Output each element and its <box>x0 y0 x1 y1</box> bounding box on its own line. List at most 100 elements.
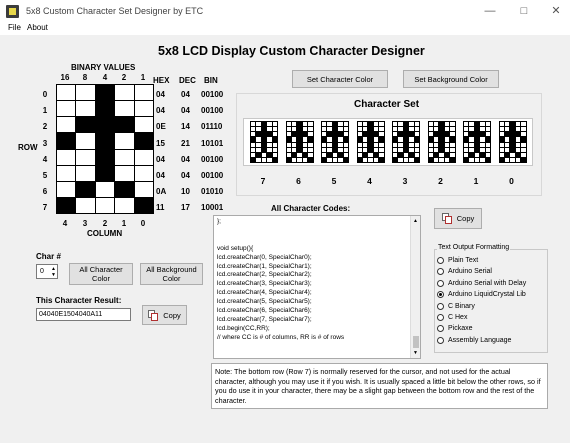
character-preview[interactable] <box>356 121 385 163</box>
pixel-cell[interactable] <box>115 165 134 181</box>
pixel-cell[interactable] <box>95 149 115 165</box>
character-result-field[interactable]: 04040E1504040A11 <box>36 308 131 321</box>
set-background-color-button[interactable]: Set Background Color <box>403 70 499 88</box>
code-line: lcd.createChar(7, SpecialChar7); <box>217 315 312 323</box>
pixel-cell[interactable] <box>134 133 153 149</box>
format-option[interactable]: C Hex <box>437 314 467 321</box>
pixel-cell[interactable] <box>95 101 115 117</box>
pixel-cell[interactable] <box>134 149 153 165</box>
menu-about[interactable]: About <box>27 23 48 32</box>
format-option[interactable]: Arduino LiquidCrystal Lib <box>437 291 526 299</box>
pixel-cell[interactable] <box>57 117 76 133</box>
pixel-cell[interactable] <box>57 85 76 101</box>
pixel-cell[interactable] <box>115 101 134 117</box>
character-preview[interactable] <box>250 121 278 163</box>
note-textbox[interactable]: Note: The bottom row (Row 7) is normally… <box>211 363 548 409</box>
format-option[interactable]: Assembly Language <box>437 336 511 344</box>
radio-button-icon[interactable] <box>437 336 444 344</box>
pixel-cell[interactable] <box>57 181 76 197</box>
pixel-cell[interactable] <box>57 197 76 213</box>
pixel-cell[interactable] <box>76 101 95 117</box>
pixel-cell[interactable] <box>57 149 76 165</box>
pixel-cell[interactable] <box>76 165 95 181</box>
radio-button-icon[interactable] <box>437 279 444 287</box>
pixel-cell[interactable] <box>76 181 95 197</box>
pixel-cell[interactable] <box>134 101 153 117</box>
character-preview[interactable] <box>427 121 456 163</box>
copy-result-button[interactable]: Copy <box>142 305 187 325</box>
row-number: 3 <box>42 139 48 148</box>
format-option[interactable]: Plain Text <box>437 257 478 264</box>
pixel-cell[interactable] <box>115 85 134 101</box>
pixel-cell[interactable] <box>134 165 153 181</box>
pixel-cell[interactable] <box>95 165 115 181</box>
menu-file[interactable]: File <box>8 23 21 32</box>
bin-value: 00100 <box>201 90 224 99</box>
code-line: lcd.createChar(3, SpecialChar3); <box>217 280 312 288</box>
character-preview[interactable] <box>321 121 349 163</box>
pixel-cell[interactable] <box>115 181 134 197</box>
copy-codes-button[interactable]: Copy <box>434 208 482 229</box>
close-button[interactable]: ✕ <box>549 4 563 18</box>
codes-scrollbar[interactable]: ▲ ▼ <box>410 216 420 358</box>
character-set-index: 3 <box>402 176 408 186</box>
all-character-color-button[interactable]: All Character Color <box>69 263 133 285</box>
character-preview[interactable] <box>285 121 314 163</box>
pixel-cell[interactable] <box>115 117 134 133</box>
row-number: 5 <box>42 171 48 180</box>
dec-value: 10 <box>181 187 190 196</box>
radio-button-icon[interactable] <box>437 325 444 333</box>
pixel-cell[interactable] <box>76 85 95 101</box>
radio-button-icon[interactable] <box>437 268 444 276</box>
pixel-cell[interactable] <box>57 101 76 117</box>
format-option-label: Pickaxe <box>448 325 473 333</box>
scroll-up-icon[interactable]: ▲ <box>413 218 418 224</box>
character-preview[interactable] <box>498 121 527 163</box>
dec-value: 17 <box>181 203 190 212</box>
pixel-cell[interactable] <box>115 133 134 149</box>
pixel-cell[interactable] <box>76 117 95 133</box>
radio-button-icon[interactable] <box>437 302 444 310</box>
format-option[interactable]: Arduino Serial <box>437 268 492 276</box>
minimize-button[interactable]: — <box>483 4 497 18</box>
code-line: }; <box>217 218 221 225</box>
format-option[interactable]: C Binary <box>437 302 475 310</box>
set-character-color-button[interactable]: Set Character Color <box>292 70 388 88</box>
pixel-cell[interactable] <box>115 197 134 213</box>
character-preview[interactable] <box>392 121 420 163</box>
scroll-down-icon[interactable]: ▼ <box>413 350 418 356</box>
pixel-cell[interactable] <box>57 133 76 149</box>
all-codes-textbox[interactable]: ▲ ▼ }; void setup(){lcd.createChar(0, Spe… <box>213 215 421 359</box>
pixel-cell[interactable] <box>95 197 115 213</box>
pixel-cell[interactable] <box>134 85 153 101</box>
format-option[interactable]: Arduino Serial with Delay <box>437 279 526 287</box>
stepper-arrows-icon[interactable]: ▲ ▼ <box>51 266 56 278</box>
radio-button-icon[interactable] <box>437 314 444 321</box>
radio-button-icon[interactable] <box>437 257 444 264</box>
pixel-cell[interactable] <box>95 133 115 149</box>
character-preview[interactable] <box>463 121 491 163</box>
pixel-cell[interactable] <box>76 197 95 213</box>
pixel-cell[interactable] <box>95 85 115 101</box>
hex-value: 04 <box>156 171 165 180</box>
code-line: // where CC is # of columns, RR is # of … <box>217 333 345 341</box>
all-background-color-button[interactable]: All Background Color <box>140 263 203 285</box>
format-option[interactable]: Pickaxe <box>437 325 473 333</box>
hex-value: 0A <box>156 187 167 196</box>
pixel-cell[interactable] <box>134 117 153 133</box>
menu-bar <box>0 22 570 35</box>
pixel-cell[interactable] <box>95 117 115 133</box>
pixel-cell[interactable] <box>134 197 153 213</box>
hex-header: HEX <box>153 76 170 85</box>
page-title: 5x8 LCD Display Custom Character Designe… <box>158 44 425 58</box>
pixel-cell[interactable] <box>57 165 76 181</box>
pixel-cell[interactable] <box>76 149 95 165</box>
pixel-cell[interactable] <box>115 149 134 165</box>
maximize-button[interactable]: □ <box>517 4 531 18</box>
pixel-cell[interactable] <box>134 181 153 197</box>
radio-button-icon[interactable] <box>437 291 444 299</box>
pixel-cell[interactable] <box>76 133 95 149</box>
pixel-cell[interactable] <box>95 181 115 197</box>
scrollbar-thumb[interactable] <box>413 336 419 348</box>
char-number-stepper[interactable]: 0 ▲ ▼ <box>36 264 58 279</box>
